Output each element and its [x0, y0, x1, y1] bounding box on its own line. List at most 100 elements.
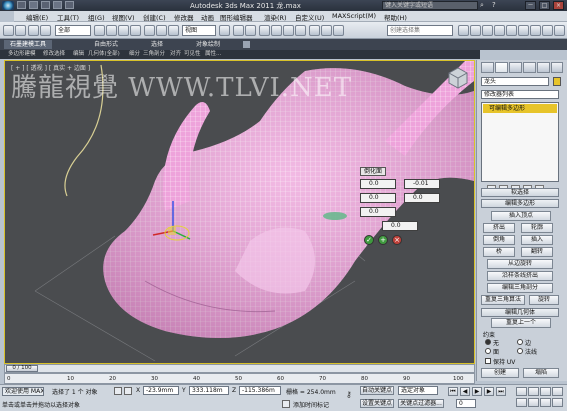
menu-create[interactable]: 创建(C) — [143, 12, 166, 22]
menu-views[interactable]: 视图(V) — [112, 12, 135, 22]
angle-snap-icon[interactable] — [271, 25, 282, 36]
bevel-height-field[interactable]: 0.0 — [360, 179, 396, 189]
hierarchy-tab-icon[interactable] — [509, 62, 522, 73]
pivot-center-icon[interactable] — [219, 25, 230, 36]
select-by-name-icon[interactable] — [106, 25, 117, 36]
zoom-all-icon[interactable] — [528, 387, 539, 396]
edit-named-selection-icon[interactable] — [309, 25, 320, 36]
menu-maxscript[interactable]: MAXScript(M) — [332, 12, 376, 20]
move-icon[interactable] — [144, 25, 155, 36]
curve-editor-icon[interactable] — [482, 25, 493, 36]
material-editor-icon[interactable] — [506, 25, 517, 36]
key-icon[interactable]: ⚷ — [346, 390, 356, 399]
rollout-edit-polygons[interactable]: 编辑多边形 — [481, 199, 559, 208]
insert-vertex-button[interactable]: 插入顶点 — [491, 211, 551, 221]
x-coordinate-field[interactable]: -23.9mm — [143, 386, 179, 395]
constraint-normal-radio[interactable] — [517, 348, 523, 354]
align-icon[interactable] — [333, 25, 344, 36]
percent-snap-icon[interactable] — [283, 25, 294, 36]
menu-animation[interactable]: 动画 — [201, 12, 214, 22]
rollout-soft-selection[interactable]: 软选择 — [481, 188, 559, 197]
bevel-field-6[interactable]: 0.0 — [382, 221, 418, 231]
outline-button[interactable]: 轮廓 — [521, 223, 553, 233]
rollout-edit-geometry[interactable]: 编辑几何体 — [481, 308, 559, 317]
create-tab-icon[interactable] — [481, 62, 494, 73]
previous-frame-icon[interactable]: ◀ — [460, 387, 470, 396]
menu-group[interactable]: 组(G) — [88, 12, 105, 22]
panel-triangulation[interactable]: 三角剖分 — [143, 50, 165, 59]
motion-tab-icon[interactable] — [523, 62, 536, 73]
menu-customize[interactable]: 自定义(U) — [295, 12, 324, 22]
maximize-button[interactable]: □ — [539, 1, 550, 10]
panel-align[interactable]: 对齐 — [170, 50, 181, 59]
bevel-outline-field[interactable]: -0.01 — [404, 179, 440, 189]
utilities-tab-icon[interactable] — [551, 62, 563, 73]
create-button[interactable]: 创建 — [481, 368, 519, 378]
selected-object-dropdown[interactable]: 选定对象 — [398, 386, 438, 395]
panel-geometry-all[interactable]: 几何体(全部) — [88, 50, 120, 59]
preserve-uv-checkbox[interactable] — [485, 358, 491, 364]
tab-graphite-modeling[interactable]: 石墨建模工具 — [4, 40, 53, 49]
render-setup-icon[interactable] — [518, 25, 529, 36]
save-file-icon[interactable] — [41, 1, 50, 9]
tab-selection[interactable]: 选择 — [145, 40, 169, 49]
bevel-field-4[interactable]: 0.0 — [404, 193, 440, 203]
track-bar[interactable]: 0 10 20 30 40 50 60 70 80 90 100 — [4, 373, 475, 384]
ok-check-icon[interactable]: ✓ — [364, 235, 374, 245]
time-slider-thumb[interactable]: 0 / 100 — [6, 365, 38, 372]
zoom-extents-icon[interactable] — [540, 387, 551, 396]
y-coordinate-field[interactable]: 333.118m — [189, 386, 229, 395]
edit-triangulation-button[interactable]: 编辑三角剖分 — [487, 283, 553, 293]
rectangular-selection-icon[interactable] — [118, 25, 129, 36]
maxscript-listener[interactable]: 欢迎使用 MAXSc — [2, 387, 44, 396]
reference-coordinate-dropdown[interactable]: 视图 — [182, 25, 216, 36]
panel-edit[interactable]: 编辑 — [73, 50, 84, 59]
flip-button[interactable]: 翻转 — [521, 247, 553, 257]
tab-freeform[interactable]: 自由形式 — [88, 40, 124, 49]
auto-key-button[interactable]: 自动关键点 — [360, 386, 394, 395]
open-file-icon[interactable] — [29, 1, 38, 9]
menu-rendering[interactable]: 渲染(R) — [264, 12, 287, 22]
schematic-view-icon[interactable] — [494, 25, 505, 36]
scale-icon[interactable] — [168, 25, 179, 36]
bevel-field-5[interactable]: 0.0 — [360, 207, 396, 217]
graphite-toggle-icon[interactable] — [470, 25, 481, 36]
menu-graph-editors[interactable]: 图形编辑器 — [220, 12, 253, 22]
panel-subdivision[interactable]: 细分 — [129, 50, 140, 59]
time-tag-icon[interactable] — [282, 400, 290, 408]
rendered-frame-icon[interactable] — [530, 25, 541, 36]
add-time-tag[interactable]: 添加时间标记 — [293, 400, 329, 409]
help-icon[interactable]: ? — [492, 1, 501, 10]
bevel-button[interactable]: 倒角 — [483, 235, 515, 245]
set-key-button[interactable]: 设置关键点 — [360, 399, 394, 408]
collapse-button[interactable]: 塌陷 — [523, 368, 559, 378]
turn-button[interactable]: 旋转 — [529, 295, 559, 305]
render-teapot-icon[interactable] — [554, 25, 565, 36]
zoom-icon[interactable] — [516, 387, 527, 396]
field-of-view-icon[interactable] — [516, 398, 527, 407]
minimize-button[interactable]: － — [525, 1, 536, 10]
rotate-icon[interactable] — [156, 25, 167, 36]
constraint-face-radio[interactable] — [485, 348, 491, 354]
tab-object-paint[interactable]: 对象绘制 — [190, 40, 226, 49]
go-to-end-icon[interactable]: ⏭ — [496, 387, 506, 396]
stack-item-editable-poly[interactable]: 可编辑多边形 — [483, 104, 557, 113]
select-object-icon[interactable] — [94, 25, 105, 36]
retriangulate-button[interactable]: 重复三角算法 — [481, 295, 525, 305]
panel-modify-selection[interactable]: 修改选择 — [43, 50, 65, 59]
maximize-viewport-icon[interactable] — [552, 398, 563, 407]
zoom-extents-all-icon[interactable] — [552, 387, 563, 396]
named-selection-sets-dropdown[interactable]: 创建选择集 — [387, 25, 453, 36]
redo-icon[interactable] — [65, 1, 74, 9]
new-file-icon[interactable] — [17, 1, 26, 9]
apply-plus-icon[interactable]: + — [378, 235, 388, 245]
absolute-mode-icon[interactable] — [124, 387, 132, 395]
panel-polygon-modeling[interactable]: 多边形建模 — [8, 50, 36, 59]
go-to-start-icon[interactable]: ⏮ — [448, 387, 458, 396]
orbit-icon[interactable] — [540, 398, 551, 407]
bridge-button[interactable]: 桥 — [483, 247, 515, 257]
next-frame-icon[interactable]: ▶ — [484, 387, 494, 396]
modifier-list-dropdown[interactable]: 修改器列表 — [481, 90, 559, 99]
z-coordinate-field[interactable]: -115.386m — [239, 386, 281, 395]
modify-tab-icon[interactable] — [495, 62, 508, 73]
